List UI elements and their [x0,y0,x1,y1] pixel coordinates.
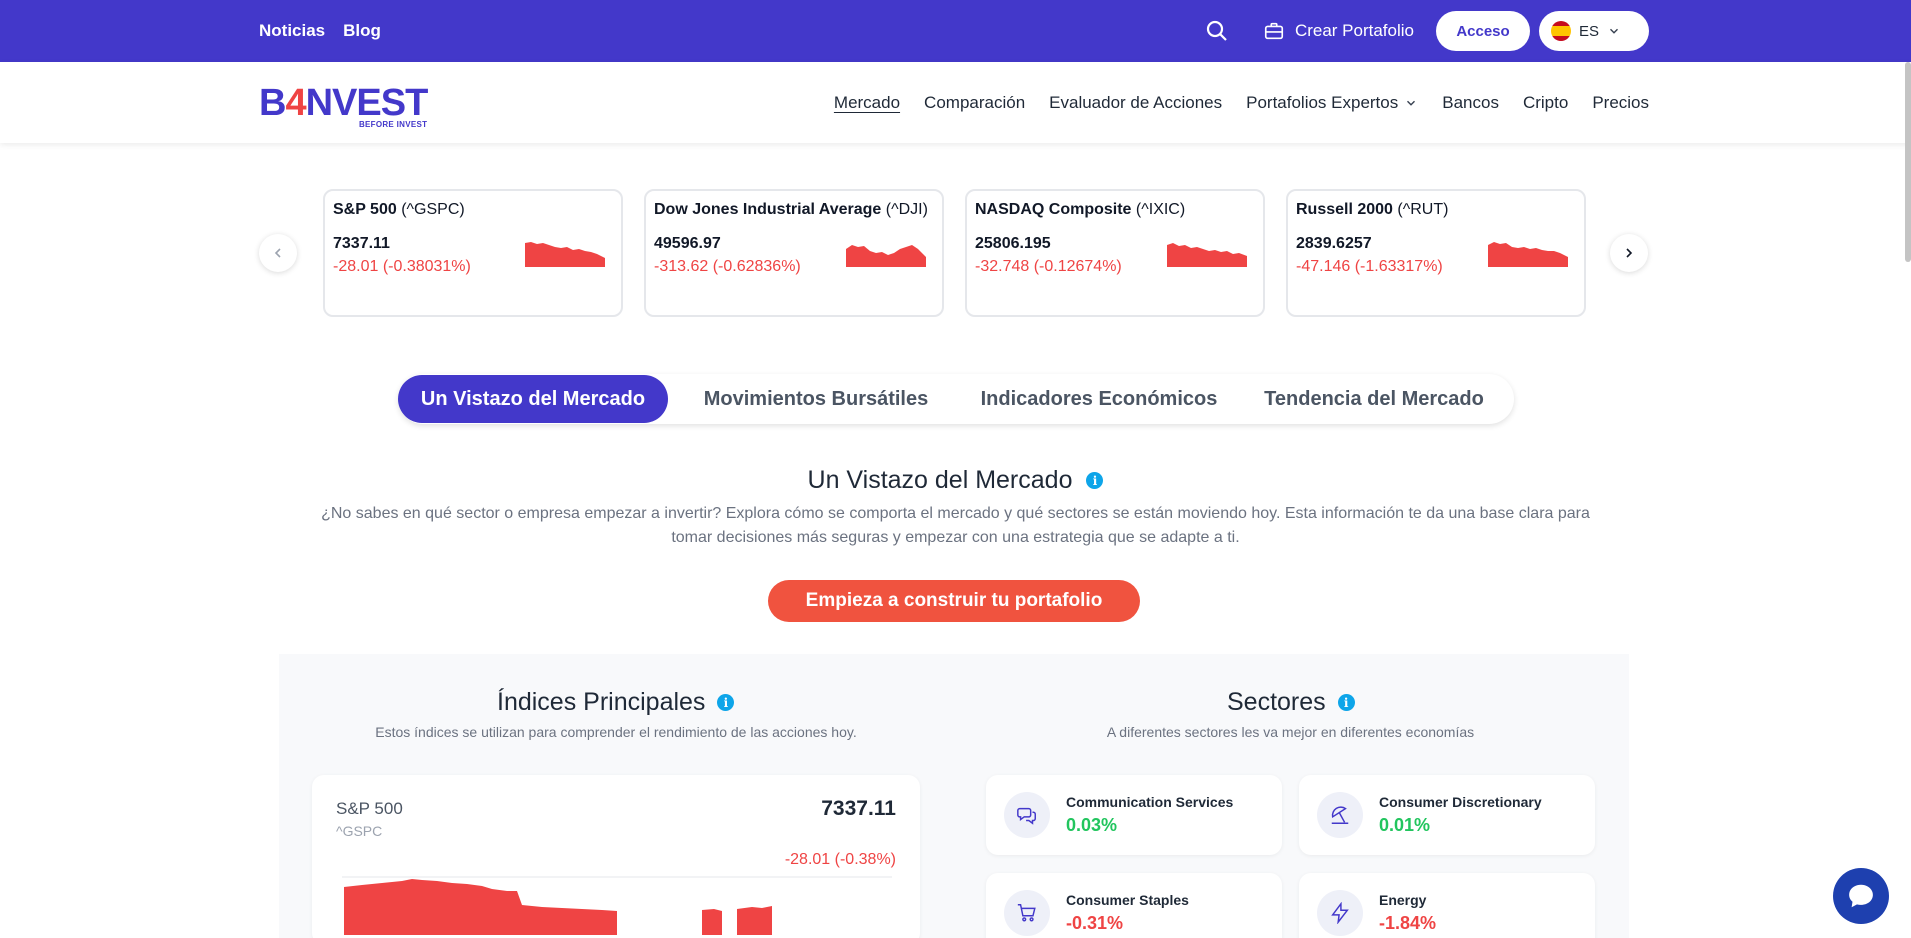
nav-item-evaluador[interactable]: Evaluador de Acciones [1049,93,1222,113]
chevron-down-icon [1610,28,1619,34]
beach-umbrella-icon [1317,792,1363,838]
index-card[interactable]: S&P 500 ^GSPC 7337.11 -28.01 (-0.38%) [312,775,920,938]
blog-link[interactable]: Blog [343,21,381,41]
section-title: Un Vistazo del Mercado i [0,466,1911,495]
nav-item-precios[interactable]: Precios [1592,93,1649,113]
market-tabs: Un Vistazo del Mercado Movimientos Bursá… [398,374,1514,424]
main-menu: Mercado Comparación Evaluador de Accione… [834,62,1649,143]
info-icon[interactable]: i [1337,694,1355,711]
ticker-card[interactable]: NASDAQ Composite (^IXIC) 25806.195 -32.7… [965,189,1265,317]
sparkline-chart [1167,243,1247,267]
sector-card[interactable]: Communication Services 0.03% [986,775,1282,855]
sector-card[interactable]: Consumer Discretionary 0.01% [1299,775,1595,855]
overview-panel: Índices Principales i Estos índices se ut… [279,654,1629,938]
chevron-down-icon [1407,100,1416,106]
info-icon[interactable]: i [1086,472,1104,489]
nav-item-portafolios-expertos[interactable]: Portafolios Expertos [1246,93,1418,113]
chat-icon [1849,884,1873,908]
sparkline-chart [525,242,605,267]
chat-button[interactable] [1833,868,1889,924]
news-link[interactable]: Noticias [259,21,325,41]
create-portfolio-label: Crear Portafolio [1294,21,1414,40]
top-links: Noticias Blog [259,0,381,62]
tab-indicadores[interactable]: Indicadores Económicos [964,375,1234,423]
section-description: ¿No sabes en qué sector o empresa empeza… [321,505,1590,546]
search-icon[interactable] [1205,19,1229,43]
nav-item-comparacion[interactable]: Comparación [924,93,1025,113]
logo[interactable]: B4NVEST BEFORE INVEST [259,84,428,129]
main-header: B4NVEST BEFORE INVEST Mercado Comparació… [0,62,1911,143]
sector-card[interactable]: Energy -1.84% [1299,873,1595,938]
spain-flag-icon [1551,21,1571,41]
chat-bubbles-icon [1004,792,1050,838]
carousel-next-button[interactable] [1610,234,1648,272]
info-icon[interactable]: i [717,694,735,711]
top-bar: Noticias Blog Crear Portafolio Acceso ES [0,0,1911,62]
index-chart [342,876,892,935]
ticker-carousel: S&P 500 (^GSPC) 7337.11 -28.01 (-0.38031… [259,189,1648,317]
lightning-icon [1317,890,1363,936]
shopping-cart-icon [1004,890,1050,936]
tab-vistazo[interactable]: Un Vistazo del Mercado [398,375,668,423]
sparkline-chart [846,245,926,267]
indices-title: Índices Principales i [497,688,735,717]
portfolio-icon [1264,22,1284,40]
create-portfolio-button[interactable]: Crear Portafolio [1263,20,1414,42]
language-label: ES [1579,22,1600,40]
ticker-card[interactable]: S&P 500 (^GSPC) 7337.11 -28.01 (-0.38031… [323,189,623,317]
sectors-subtitle: A diferentes sectores les va mejor en di… [1106,724,1475,740]
ticker-card[interactable]: Russell 2000 (^RUT) 2839.6257 -47.146 (-… [1286,189,1586,317]
top-actions: Crear Portafolio Acceso ES [1205,0,1649,62]
sparkline-chart [1488,242,1568,267]
nav-item-mercado[interactable]: Mercado [834,93,900,113]
chevron-left-icon [274,248,281,258]
nav-item-bancos[interactable]: Bancos [1442,93,1499,113]
sector-card[interactable]: Consumer Staples -0.31% [986,873,1282,938]
nav-item-cripto[interactable]: Cripto [1523,93,1568,113]
login-button[interactable]: Acceso [1436,11,1530,51]
tab-movimientos[interactable]: Movimientos Bursátiles [668,375,964,423]
page-scrollbar[interactable] [1905,62,1911,262]
build-portfolio-button[interactable]: Empieza a construir tu portafolio [768,580,1140,622]
language-selector[interactable]: ES [1539,11,1649,51]
carousel-prev-button[interactable] [259,234,297,272]
tab-tendencia[interactable]: Tendencia del Mercado [1234,375,1514,423]
ticker-card[interactable]: Dow Jones Industrial Average (^DJI) 4959… [644,189,944,317]
sectors-title: Sectores i [1227,688,1355,717]
chevron-right-icon [1626,248,1633,258]
indices-subtitle: Estos índices se utilizan para comprende… [375,724,857,740]
